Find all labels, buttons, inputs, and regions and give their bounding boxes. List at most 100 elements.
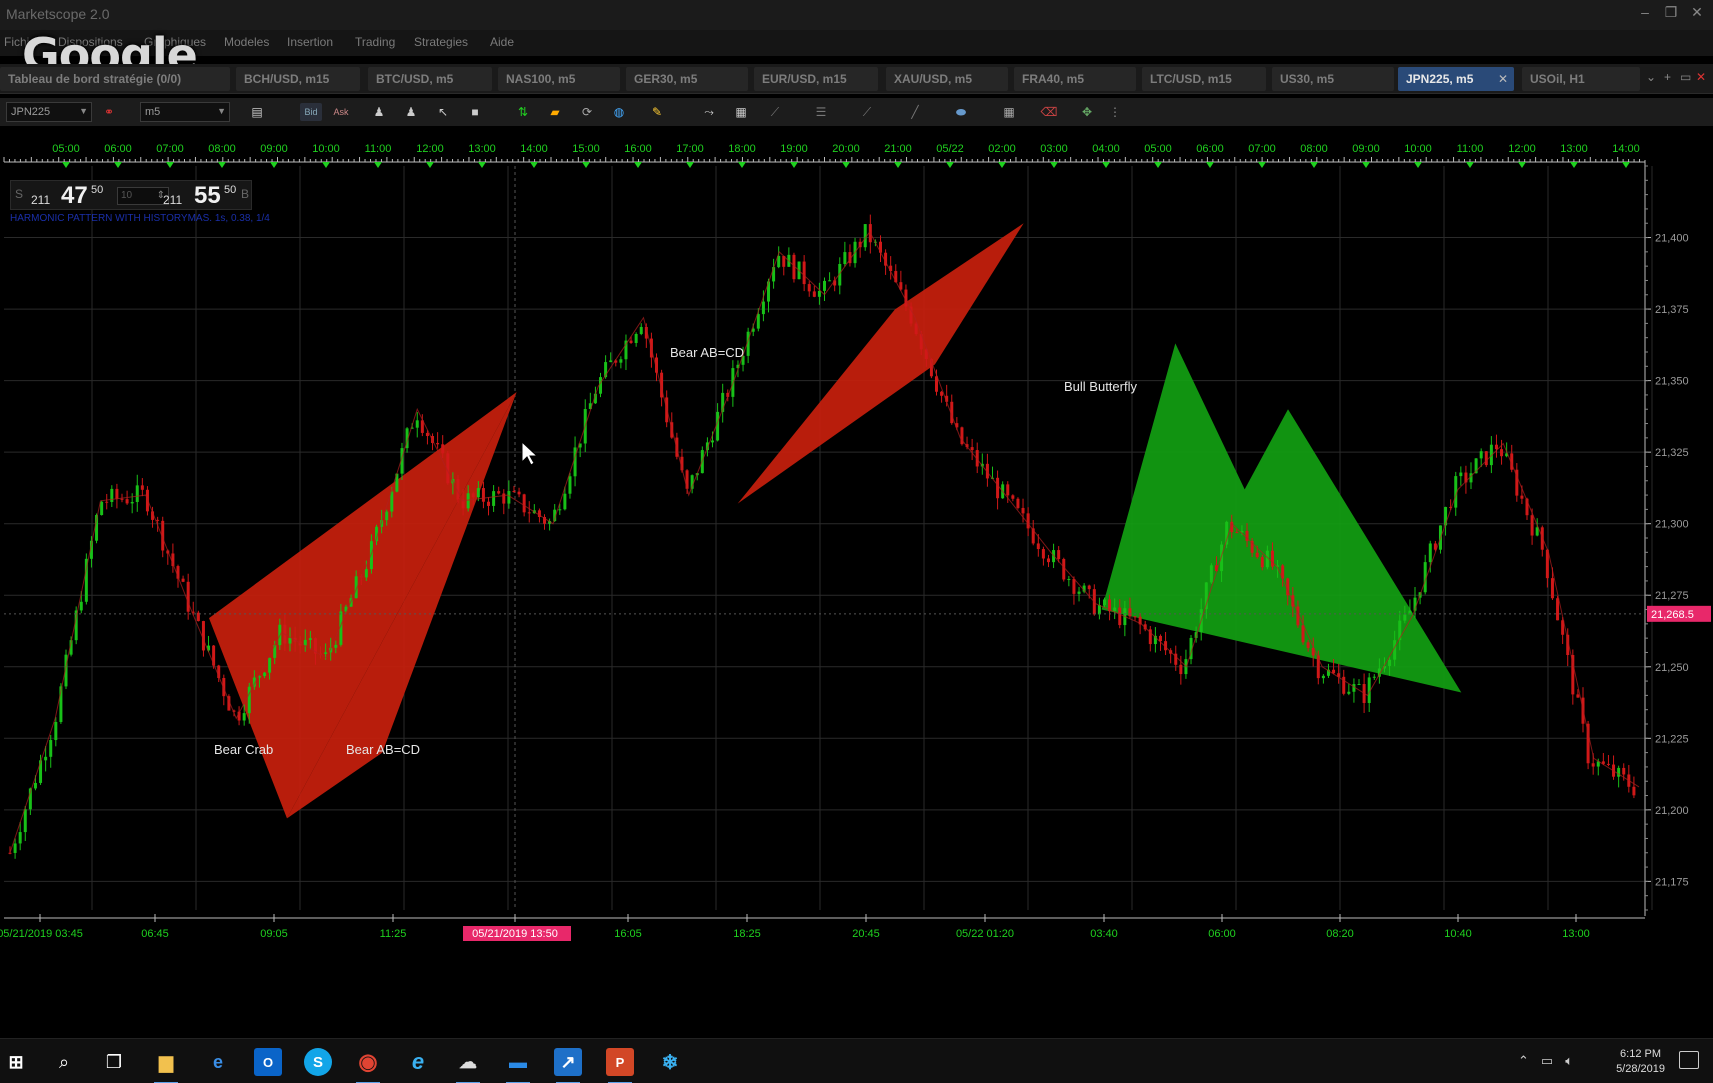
candle-body <box>23 809 27 833</box>
powerpoint-icon[interactable]: P <box>606 1048 634 1083</box>
fibonacci-icon[interactable]: ⟋ <box>858 103 876 121</box>
tab-bch-usd[interactable]: BCH/USD, m15 <box>236 67 360 91</box>
buy-label[interactable]: B <box>241 187 249 201</box>
link-icon[interactable]: ⚭ <box>100 103 118 121</box>
tab-eur-usd[interactable]: EUR/USD, m15 <box>754 67 878 91</box>
lot-size-input[interactable]: 10 ⇕ <box>117 187 169 205</box>
sell-label[interactable]: S <box>15 187 23 201</box>
window-title: Marketscope 2.0 <box>6 6 110 22</box>
price-chart[interactable]: 05:00 06:00 07:00 08:00 09:00 10:00 11:00 12:00… <box>0 140 1713 1030</box>
volume-icon[interactable]: 🔈︎ <box>1565 1053 1573 1069</box>
search-icon[interactable]: ⌕ <box>50 1048 78 1076</box>
draw-line-icon[interactable]: ╱ <box>906 103 924 121</box>
tray-chevron-icon[interactable]: ⌃ <box>1518 1053 1529 1069</box>
pattern-label[interactable]: Bull Butterfly <box>1064 379 1137 394</box>
tab-fra40[interactable]: FRA40, m5 <box>1014 67 1136 91</box>
cursor-icon[interactable]: ↖ <box>434 103 452 121</box>
eraser-icon[interactable]: ⌫ <box>1040 103 1058 121</box>
menu-aide[interactable]: Aide <box>490 35 514 49</box>
tab-ger30[interactable]: GER30, m5 <box>626 67 748 91</box>
symbol-select[interactable]: JPN225 ▼ <box>6 102 92 122</box>
tab-ltc-usd[interactable]: LTC/USD, m15 <box>1142 67 1266 91</box>
line-tool-icon[interactable]: ⟋ <box>766 103 784 121</box>
bottom-axis-label: 11:25 <box>380 928 407 940</box>
outlook-icon[interactable]: O <box>254 1048 282 1076</box>
close-chart-icon[interactable]: ✕ <box>1696 70 1706 84</box>
candle-body <box>1102 599 1106 606</box>
chrome-icon[interactable]: ◉ <box>354 1048 382 1083</box>
tab-strategy-dashboard[interactable]: Tableau de bord stratégie (0/0) <box>0 67 230 91</box>
menu-strategies[interactable]: Strategies <box>414 35 468 49</box>
restore-button[interactable]: ❐ <box>1663 4 1679 21</box>
task-view-icon[interactable]: ❐ <box>100 1048 128 1076</box>
price-label: 21,375 <box>1655 304 1689 316</box>
window-app-icon[interactable]: ▬ <box>504 1048 532 1083</box>
chart-type-icon[interactable]: ▤ <box>248 103 266 121</box>
sell-price[interactable]: 47 <box>61 182 88 210</box>
restore-chart-icon[interactable]: ▭ <box>1680 70 1691 84</box>
candle-body <box>497 491 501 494</box>
snowflake-app-icon[interactable]: ❄ <box>656 1048 684 1076</box>
person-group-icon[interactable]: ♟ <box>402 103 420 121</box>
candle-body <box>1087 585 1091 590</box>
tab-list-icon[interactable]: ⌄ <box>1646 70 1656 84</box>
menu-insertion[interactable]: Insertion <box>287 35 333 49</box>
tab-jpn225[interactable]: JPN225, m5 ✕ <box>1398 67 1514 91</box>
refresh-icon[interactable]: ⟳ <box>578 103 596 121</box>
edge-icon[interactable]: e <box>204 1048 232 1076</box>
candle-body <box>1179 664 1183 675</box>
bottom-axis-label: 18:25 <box>733 928 761 940</box>
timeframe-select[interactable]: m5 ▼ <box>140 102 230 122</box>
tab-xau-usd[interactable]: XAU/USD, m5 <box>886 67 1008 91</box>
menu-modeles[interactable]: Modeles <box>224 35 269 49</box>
tab-btc-usd[interactable]: BTC/USD, m5 <box>368 67 492 91</box>
candle-body <box>1459 472 1463 477</box>
top-axis-label: 03:00 <box>1040 143 1068 155</box>
crosshair-icon[interactable]: ✥ <box>1078 103 1096 121</box>
tab-nas100[interactable]: NAS100, m5 <box>498 67 620 91</box>
trading-app-icon[interactable]: ☁ <box>454 1048 482 1083</box>
indicator-legend[interactable]: HARMONIC PATTERN WITH HISTORYMAS. 1s, 0.… <box>10 213 270 224</box>
candle-body <box>1260 557 1264 568</box>
dot-icon[interactable]: ■ <box>466 103 484 121</box>
windows-start-icon[interactable]: ⊞ <box>2 1048 30 1076</box>
buy-price[interactable]: 55 <box>194 182 221 210</box>
candle-body <box>54 721 58 741</box>
clock-date: 5/28/2019 <box>1616 1063 1665 1075</box>
candle-body <box>1306 642 1310 648</box>
tab-usoil[interactable]: USOil, H1 <box>1522 67 1640 91</box>
more-icon[interactable]: ⋮ <box>1106 103 1124 121</box>
menu-trading[interactable]: Trading <box>355 35 395 49</box>
notifications-icon[interactable] <box>1679 1051 1699 1069</box>
close-tab-icon[interactable]: ✕ <box>1498 72 1508 86</box>
file-explorer-icon[interactable]: ▆ <box>152 1048 180 1083</box>
top-axis-label: 21:00 <box>884 143 912 155</box>
pattern-label[interactable]: Bear Crab <box>214 742 273 757</box>
tab-us30[interactable]: US30, m5 <box>1272 67 1394 91</box>
channel-icon[interactable]: ☰ <box>812 103 830 121</box>
bid-toggle[interactable]: Bid <box>300 103 322 121</box>
globe-icon[interactable]: ◍ <box>610 103 628 121</box>
minimize-button[interactable]: – <box>1637 4 1653 21</box>
pencil-icon[interactable]: ✎ <box>648 103 666 121</box>
ask-toggle[interactable]: Ask <box>330 103 352 121</box>
network-icon[interactable]: ▭ <box>1541 1053 1553 1069</box>
candle-body <box>568 476 572 494</box>
skype-icon[interactable]: S <box>304 1048 332 1076</box>
taskbar-clock[interactable]: 6:12 PM 5/28/2019 <box>1616 1047 1665 1077</box>
pattern-label[interactable]: Bear AB=CD <box>346 742 420 757</box>
indicator-icon[interactable]: ⇅ <box>514 103 532 121</box>
folder-icon[interactable]: ▰ <box>546 103 564 121</box>
candle-body <box>1026 513 1030 529</box>
new-tab-icon[interactable]: + <box>1664 70 1671 84</box>
candle-body <box>303 639 307 646</box>
calendar-icon[interactable]: ▦ <box>732 103 750 121</box>
internet-explorer-icon[interactable]: e <box>404 1048 432 1076</box>
close-button[interactable]: ✕ <box>1689 4 1705 21</box>
marketscope-icon[interactable]: ↗ <box>554 1048 582 1083</box>
person-icon[interactable]: ♟ <box>370 103 388 121</box>
grid-icon[interactable]: ▦ <box>1000 103 1018 121</box>
ellipse-icon[interactable]: ⬬ <box>952 103 970 121</box>
pattern-label[interactable]: Bear AB=CD <box>670 345 744 360</box>
trend-icon[interactable]: ⤳ <box>700 103 718 121</box>
